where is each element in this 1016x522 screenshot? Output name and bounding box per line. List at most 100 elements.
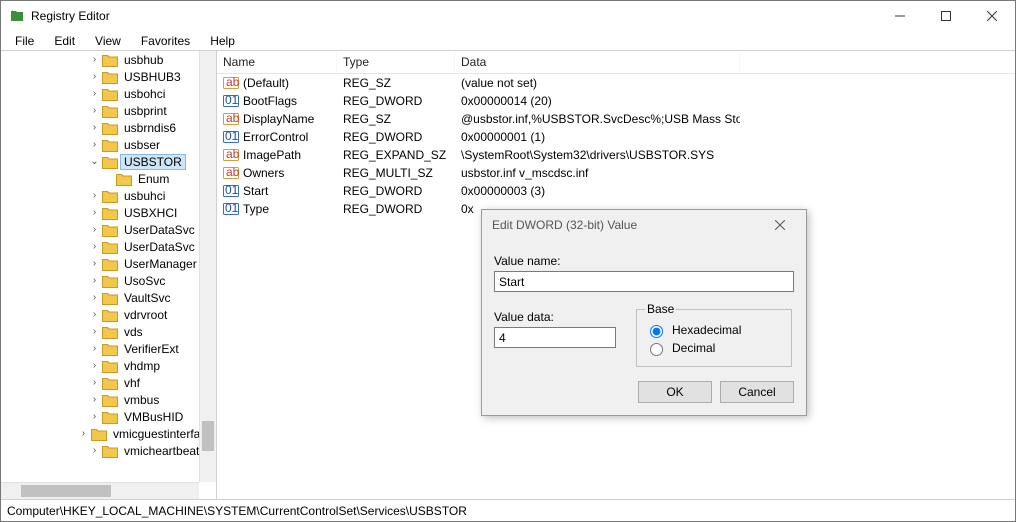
column-header-type[interactable]: Type (337, 51, 455, 73)
value-name: DisplayName (243, 112, 314, 126)
chevron-right-icon[interactable]: › (89, 241, 100, 252)
tree-item[interactable]: ›usbprint (1, 102, 216, 119)
value-data: \SystemRoot\System32\drivers\USBSTOR.SYS (461, 148, 714, 162)
tree-vertical-scrollbar[interactable] (199, 51, 216, 482)
tree-item[interactable]: ›UserDataSvc (1, 221, 216, 238)
cancel-button[interactable]: Cancel (720, 381, 794, 403)
menu-edit[interactable]: Edit (46, 34, 83, 48)
chevron-right-icon (103, 173, 114, 184)
tree-item-label: vmbus (121, 393, 162, 407)
list-row[interactable]: abDisplayNameREG_SZ@usbstor.inf,%USBSTOR… (217, 110, 1015, 128)
maximize-button[interactable] (923, 1, 969, 31)
list-row[interactable]: 011ErrorControlREG_DWORD0x00000001 (1) (217, 128, 1015, 146)
list-row[interactable]: abImagePathREG_EXPAND_SZ\SystemRoot\Syst… (217, 146, 1015, 164)
chevron-right-icon[interactable]: › (89, 309, 100, 320)
tree-item[interactable]: › vmbus (1, 391, 216, 408)
chevron-right-icon[interactable]: › (89, 190, 100, 201)
menu-file[interactable]: File (7, 34, 42, 48)
value-type: REG_DWORD (343, 94, 422, 108)
scroll-thumb[interactable] (202, 421, 214, 451)
tree-item[interactable]: Enum (1, 170, 216, 187)
column-header-data[interactable]: Data (455, 51, 740, 73)
list-row[interactable]: ab(Default)REG_SZ(value not set) (217, 74, 1015, 92)
list-header: Name Type Data (217, 51, 1015, 74)
chevron-right-icon[interactable]: › (89, 343, 100, 354)
svg-text:ab: ab (226, 165, 239, 179)
tree-item[interactable]: › USBHUB3 (1, 68, 216, 85)
tree-item[interactable]: ›usbohci (1, 85, 216, 102)
menu-favorites[interactable]: Favorites (133, 34, 198, 48)
chevron-right-icon[interactable]: › (89, 377, 100, 388)
chevron-right-icon[interactable]: › (89, 445, 100, 456)
value-name-label: Value name: (494, 254, 794, 268)
tree-item[interactable]: ›vmicguestinterface (1, 425, 216, 442)
value-data: 0x00000003 (3) (461, 184, 545, 198)
value-data: 0x (461, 202, 474, 216)
radio-hexadecimal[interactable]: Hexadecimal (645, 322, 783, 338)
tree-item[interactable]: › UsoSvc (1, 272, 216, 289)
list-row[interactable]: 011StartREG_DWORD0x00000003 (3) (217, 182, 1015, 200)
chevron-right-icon[interactable]: › (89, 139, 100, 150)
value-name-field[interactable] (494, 271, 794, 292)
tree-item[interactable]: ›vdrvroot (1, 306, 216, 323)
value-name: Start (243, 184, 268, 198)
tree-item-label: VerifierExt (121, 342, 182, 356)
chevron-right-icon[interactable]: › (89, 207, 100, 218)
chevron-right-icon[interactable]: › (89, 71, 100, 82)
chevron-right-icon[interactable]: › (89, 54, 100, 65)
chevron-right-icon[interactable]: › (89, 326, 100, 337)
list-row[interactable]: abOwnersREG_MULTI_SZusbstor.inf v_mscdsc… (217, 164, 1015, 182)
tree-item-label: UserManager (121, 257, 200, 271)
chevron-right-icon[interactable]: › (89, 275, 100, 286)
value-data-field[interactable] (494, 327, 616, 348)
value-data: usbstor.inf v_mscdsc.inf (461, 166, 588, 180)
dialog-close-button[interactable] (764, 210, 796, 240)
chevron-down-icon[interactable]: ⌄ (89, 156, 100, 167)
chevron-right-icon[interactable]: › (89, 258, 100, 269)
tree-item[interactable]: › UserManager (1, 255, 216, 272)
tree-item[interactable]: ›vhdmp (1, 357, 216, 374)
base-legend: Base (645, 302, 676, 316)
tree-item[interactable]: ›usbuhci (1, 187, 216, 204)
tree-item[interactable]: ›USBXHCI (1, 204, 216, 221)
statusbar: Computer\HKEY_LOCAL_MACHINE\SYSTEM\Curre… (1, 499, 1015, 521)
tree-horizontal-scrollbar[interactable] (1, 482, 199, 499)
chevron-right-icon[interactable]: › (89, 224, 100, 235)
tree-item-label: USBHUB3 (121, 70, 184, 84)
base-fieldset: Base Hexadecimal Decimal (636, 302, 792, 367)
chevron-right-icon[interactable]: › (78, 428, 89, 439)
tree-item[interactable]: ›vmicheartbeat (1, 442, 216, 459)
menu-view[interactable]: View (87, 34, 129, 48)
tree-item[interactable]: ›UserDataSvc (1, 238, 216, 255)
registry-tree[interactable]: ›usbhub›USBHUB3›usbohci›usbprint›usbrndi… (1, 51, 217, 499)
radio-hex-input[interactable] (650, 325, 663, 338)
tree-item[interactable]: ⌄USBSTOR (1, 153, 216, 170)
chevron-right-icon[interactable]: › (89, 122, 100, 133)
radio-dec-input[interactable] (650, 343, 663, 356)
tree-item[interactable]: ›vhf (1, 374, 216, 391)
tree-item[interactable]: › VaultSvc (1, 289, 216, 306)
menu-help[interactable]: Help (202, 34, 243, 48)
column-header-name[interactable]: Name (217, 51, 337, 73)
close-button[interactable] (969, 1, 1015, 31)
minimize-button[interactable] (877, 1, 923, 31)
chevron-right-icon[interactable]: › (89, 292, 100, 303)
tree-item[interactable]: ›usbser (1, 136, 216, 153)
svg-text:ab: ab (226, 147, 239, 161)
scroll-thumb[interactable] (21, 485, 111, 497)
tree-item[interactable]: ›usbrndis6 (1, 119, 216, 136)
chevron-right-icon[interactable]: › (89, 394, 100, 405)
tree-item[interactable]: ›VMBusHID (1, 408, 216, 425)
radio-decimal[interactable]: Decimal (645, 340, 783, 356)
tree-item[interactable]: ›vds (1, 323, 216, 340)
chevron-right-icon[interactable]: › (89, 105, 100, 116)
chevron-right-icon[interactable]: › (89, 360, 100, 371)
tree-item[interactable]: ›usbhub (1, 51, 216, 68)
chevron-right-icon[interactable]: › (89, 411, 100, 422)
tree-item[interactable]: › VerifierExt (1, 340, 216, 357)
tree-item-label: UsoSvc (121, 274, 168, 288)
ok-button[interactable]: OK (638, 381, 712, 403)
tree-item-label: VaultSvc (121, 291, 173, 305)
chevron-right-icon[interactable]: › (89, 88, 100, 99)
list-row[interactable]: 011BootFlagsREG_DWORD0x00000014 (20) (217, 92, 1015, 110)
